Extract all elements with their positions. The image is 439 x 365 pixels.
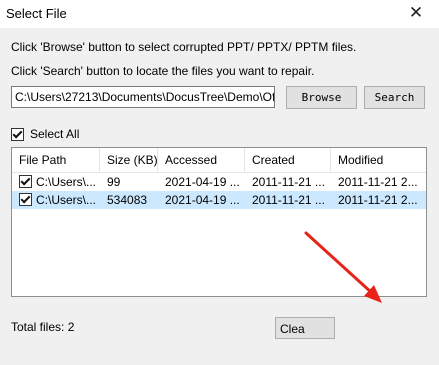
red-arrow-annotation — [304, 231, 382, 303]
